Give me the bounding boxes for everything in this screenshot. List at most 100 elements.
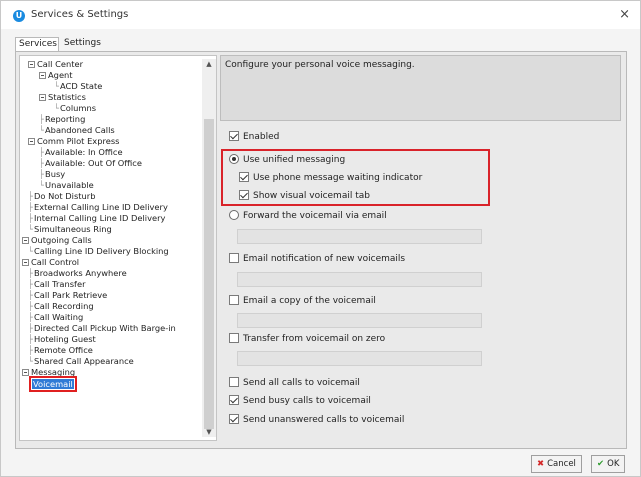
tree-item-messaging[interactable]: Messaging	[22, 367, 75, 378]
tree-item-call-transfer[interactable]: ├Call Transfer	[28, 279, 86, 290]
collapse-icon[interactable]	[28, 61, 35, 68]
email-copy-field[interactable]	[237, 313, 482, 328]
transfer-on-zero-checkbox[interactable]: Transfer from voicemail on zero	[229, 333, 385, 345]
forward-email-field[interactable]	[237, 229, 482, 244]
description-box: Configure your personal voice messaging.	[220, 55, 621, 121]
collapse-icon[interactable]	[22, 259, 29, 266]
tree-label: Busy	[45, 169, 66, 179]
send-unanswered-calls-checkbox[interactable]: Send unanswered calls to voicemail	[229, 414, 404, 426]
tree-item-clid-blocking[interactable]: └Calling Line ID Delivery Blocking	[28, 246, 169, 257]
tree-item-call-center[interactable]: Call Center	[28, 59, 83, 70]
radio-selected-icon[interactable]	[229, 154, 239, 164]
tree-label: Available: In Office	[45, 147, 123, 157]
tree-item-available-in-office[interactable]: ├Available: In Office	[39, 147, 123, 158]
tree-item-agent[interactable]: Agent	[39, 70, 73, 81]
cancel-button[interactable]: ✖ Cancel	[531, 455, 582, 473]
tree-label: Call Recording	[34, 301, 94, 311]
scroll-up-icon[interactable]: ▲	[202, 59, 216, 69]
tree-label: Internal Calling Line ID Delivery	[34, 213, 166, 223]
checkbox-unchecked-icon[interactable]	[229, 253, 239, 263]
radio-unselected-icon[interactable]	[229, 210, 239, 220]
collapse-icon[interactable]	[22, 237, 29, 244]
tree-item-shared-call-appearance[interactable]: └Shared Call Appearance	[28, 356, 134, 367]
email-copy-checkbox[interactable]: Email a copy of the voicemail	[229, 295, 376, 307]
tree-item-abandoned-calls[interactable]: └Abandoned Calls	[39, 125, 115, 136]
checkbox-checked-icon[interactable]	[229, 395, 239, 405]
tree-item-call-control[interactable]: Call Control	[22, 257, 79, 268]
collapse-icon[interactable]	[39, 72, 46, 79]
enabled-checkbox[interactable]: Enabled	[229, 131, 279, 143]
checkbox-checked-icon[interactable]	[239, 190, 249, 200]
tree-item-external-clid[interactable]: ├External Calling Line ID Delivery	[28, 202, 168, 213]
checkbox-unchecked-icon[interactable]	[229, 333, 239, 343]
checkmark-icon: ✔	[597, 459, 605, 469]
option-label: Email notification of new voicemails	[243, 254, 406, 264]
tree-item-directed-call-pickup[interactable]: ├Directed Call Pickup With Barge-in	[28, 323, 176, 334]
tree-label: Call Center	[37, 59, 84, 69]
tree-item-broadworks-anywhere[interactable]: ├Broadworks Anywhere	[28, 268, 127, 279]
option-label: Transfer from voicemail on zero	[243, 334, 386, 344]
tree-label: Abandoned Calls	[45, 125, 115, 135]
app-logo-icon: U	[13, 10, 25, 22]
tab-settings[interactable]: Settings	[61, 37, 107, 51]
scroll-thumb[interactable]	[204, 119, 214, 429]
tree-item-columns[interactable]: └Columns	[54, 103, 96, 114]
tree-item-comm-pilot-express[interactable]: Comm Pilot Express	[28, 136, 119, 147]
tree-item-simultaneous-ring[interactable]: └Simultaneous Ring	[28, 224, 112, 235]
checkbox-checked-icon[interactable]	[229, 131, 239, 141]
forward-via-email-radio[interactable]: Forward the voicemail via email	[229, 210, 387, 222]
tree-label: Do Not Disturb	[34, 191, 96, 201]
ok-label: OK	[607, 459, 620, 469]
tree-label: Simultaneous Ring	[34, 224, 112, 234]
collapse-icon[interactable]	[39, 94, 46, 101]
collapse-icon[interactable]	[28, 138, 35, 145]
ok-button[interactable]: ✔ OK	[591, 455, 626, 473]
checkbox-unchecked-icon[interactable]	[229, 295, 239, 305]
tree-label: Agent	[48, 70, 73, 80]
tree-item-hoteling-guest[interactable]: ├Hoteling Guest	[28, 334, 96, 345]
phone-indicator-checkbox[interactable]: Use phone message waiting indicator	[239, 172, 422, 184]
service-tree[interactable]: Call Center Agent └ACD State Statistics …	[19, 55, 217, 441]
tree-item-acd-state[interactable]: └ACD State	[54, 81, 102, 92]
close-icon[interactable]: ×	[619, 7, 630, 22]
checkbox-unchecked-icon[interactable]	[229, 377, 239, 387]
tree-label: External Calling Line ID Delivery	[34, 202, 168, 212]
tree-item-internal-clid[interactable]: ├Internal Calling Line ID Delivery	[28, 213, 165, 224]
tree-item-remote-office[interactable]: ├Remote Office	[28, 345, 93, 356]
tree-item-voicemail[interactable]: Voicemail	[29, 376, 77, 392]
checkbox-checked-icon[interactable]	[229, 414, 239, 424]
email-notification-checkbox[interactable]: Email notification of new voicemails	[229, 253, 405, 265]
tree-item-call-waiting[interactable]: ├Call Waiting	[28, 312, 83, 323]
tab-services[interactable]: Services	[15, 37, 59, 51]
tree-item-call-recording[interactable]: ├Call Recording	[28, 301, 94, 312]
tree-label: Broadworks Anywhere	[34, 268, 127, 278]
send-busy-calls-checkbox[interactable]: Send busy calls to voicemail	[229, 395, 371, 407]
collapse-icon[interactable]	[22, 369, 29, 376]
visual-voicemail-tab-checkbox[interactable]: Show visual voicemail tab	[239, 190, 370, 202]
tree-item-do-not-disturb[interactable]: ├Do Not Disturb	[28, 191, 95, 202]
tree-item-outgoing-calls[interactable]: Outgoing Calls	[22, 235, 92, 246]
tree-item-available-out-of-office[interactable]: ├Available: Out Of Office	[39, 158, 142, 169]
tree-label: Shared Call Appearance	[34, 356, 134, 366]
tree-scrollbar[interactable]: ▲ ▼	[202, 59, 216, 437]
tree-item-statistics[interactable]: Statistics	[39, 92, 86, 103]
tree-label: ACD State	[60, 81, 103, 91]
tree-label: Call Waiting	[34, 312, 84, 322]
tree-item-call-park-retrieve[interactable]: ├Call Park Retrieve	[28, 290, 107, 301]
email-notification-field[interactable]	[237, 272, 482, 287]
tree-item-reporting[interactable]: ├Reporting	[39, 114, 85, 125]
checkbox-checked-icon[interactable]	[239, 172, 249, 182]
option-label: Send busy calls to voicemail	[243, 396, 371, 406]
option-label: Use unified messaging	[243, 155, 346, 165]
option-label: Send all calls to voicemail	[243, 378, 360, 388]
use-unified-messaging-radio[interactable]: Use unified messaging	[229, 154, 345, 166]
tree-label: Outgoing Calls	[31, 235, 92, 245]
tree-label: Call Park Retrieve	[34, 290, 108, 300]
transfer-zero-field[interactable]	[237, 351, 482, 366]
scroll-down-icon[interactable]: ▼	[202, 427, 216, 437]
title-bar: U Services & Settings ×	[1, 1, 640, 29]
cancel-x-icon: ✖	[537, 459, 545, 469]
tree-item-busy[interactable]: ├Busy	[39, 169, 65, 180]
send-all-calls-checkbox[interactable]: Send all calls to voicemail	[229, 377, 360, 389]
tree-item-unavailable[interactable]: └Unavailable	[39, 180, 94, 191]
